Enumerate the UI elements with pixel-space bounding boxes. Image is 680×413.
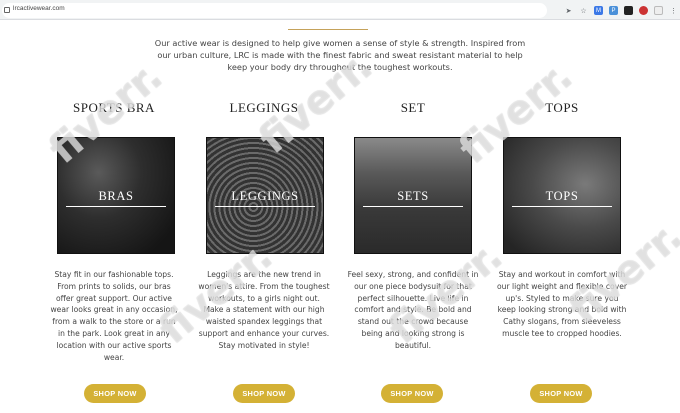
category-heading: LEGGINGS bbox=[229, 100, 299, 115]
cast-icon[interactable] bbox=[624, 6, 633, 15]
url-text: lrcactivewear.com bbox=[13, 5, 65, 12]
mail-icon[interactable]: M bbox=[594, 6, 603, 15]
category-sports-bra: SPORTS BRA BRAS Stay fit in our fashiona… bbox=[48, 100, 180, 403]
category-tops: TOPS TOPS Stay and workout in comfort wi… bbox=[496, 100, 628, 403]
category-description: Stay fit in our fashionable tops. From p… bbox=[50, 270, 178, 362]
category-set: SET SETS Feel sexy, strong, and confiden… bbox=[347, 100, 479, 403]
category-description: Feel sexy, strong, and confident in our … bbox=[347, 270, 479, 350]
category-description: Stay and workout in comfort with our lig… bbox=[496, 270, 627, 338]
category-leggings: LEGGINGS LEGGINGS Leggings are the new t… bbox=[198, 100, 330, 403]
category-tile-sets[interactable]: SETS bbox=[354, 137, 472, 254]
tile-label: TOPS bbox=[545, 189, 579, 203]
shop-now-button-tops[interactable]: SHOP NOW bbox=[530, 384, 592, 403]
address-bar[interactable]: lrcactivewear.com bbox=[2, 3, 547, 18]
shop-now-button-leggings[interactable]: SHOP NOW bbox=[233, 384, 295, 403]
category-tile-bras[interactable]: BRAS bbox=[57, 137, 175, 254]
tile-underline bbox=[215, 206, 315, 207]
profile-icon[interactable] bbox=[639, 6, 648, 15]
tile-label: SETS bbox=[397, 189, 429, 203]
category-tile-tops[interactable]: TOPS bbox=[503, 137, 621, 254]
section-divider bbox=[288, 29, 368, 30]
tile-label: LEGGINGS bbox=[231, 189, 299, 203]
browser-toolbar: lrcactivewear.com ➤ ☆ M P ⋮ bbox=[0, 0, 680, 20]
shop-now-button-bras[interactable]: SHOP NOW bbox=[84, 384, 146, 403]
extension-puzzle-icon[interactable] bbox=[654, 6, 663, 15]
category-heading: SET bbox=[400, 100, 426, 115]
intro-text: Our active wear is designed to help give… bbox=[154, 38, 526, 73]
category-heading: TOPS bbox=[545, 100, 579, 115]
star-icon[interactable]: ☆ bbox=[579, 6, 588, 15]
tile-label: BRAS bbox=[98, 189, 134, 203]
tile-underline bbox=[66, 206, 166, 207]
category-description: Leggings are the new trend in women's at… bbox=[198, 270, 330, 350]
extension-icon[interactable]: P bbox=[609, 6, 618, 15]
category-tile-leggings[interactable]: LEGGINGS bbox=[206, 137, 324, 254]
shop-now-button-sets[interactable]: SHOP NOW bbox=[381, 384, 443, 403]
menu-icon[interactable]: ⋮ bbox=[669, 6, 678, 15]
category-heading: SPORTS BRA bbox=[73, 100, 155, 115]
lock-icon bbox=[4, 7, 10, 13]
send-icon[interactable]: ➤ bbox=[564, 6, 573, 15]
tile-underline bbox=[363, 206, 463, 207]
tile-underline bbox=[512, 206, 612, 207]
